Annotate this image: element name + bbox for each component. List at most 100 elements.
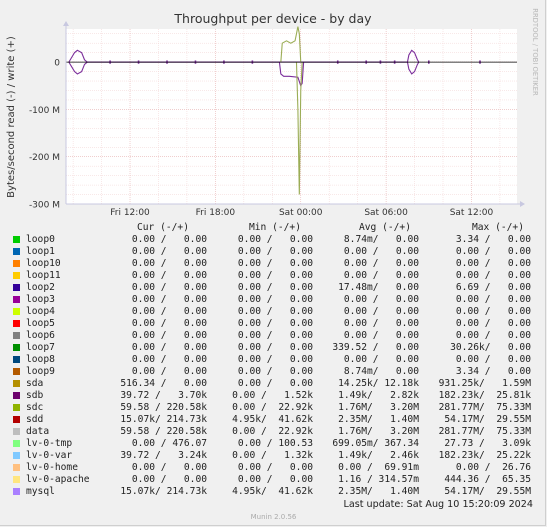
legend-avg: 699.05m/ 367.34 xyxy=(332,438,419,449)
legend-row-sdc: sdc 59.58 / 220.58k 0.00 / 22.92k 1.76M/ 3.… xyxy=(0,402,547,414)
legend-label: loop3 xyxy=(26,294,55,305)
y-tick-label: 0 xyxy=(54,59,60,69)
legend-avg: 339.52 / 0.00 xyxy=(332,342,419,353)
legend-cur: 0.00 / 0.00 xyxy=(131,306,207,317)
legend-cur: 516.34 / 0.00 xyxy=(120,378,207,389)
legend-label: lv-0-tmp xyxy=(26,438,73,449)
legend-swatch xyxy=(13,344,20,351)
legend-label: loop10 xyxy=(26,258,61,269)
legend-cur: 59.58 / 220.58k xyxy=(120,402,207,413)
legend-row-sda: sda 516.34 / 0.00 0.00 / 0.00 14.25k/ 12.18… xyxy=(0,378,547,390)
legend-max: 0.00 / 0.00 xyxy=(455,246,531,257)
legend-min: 0.00 / 0.00 xyxy=(237,246,313,257)
legend-cur: 0.00 / 0.00 xyxy=(131,330,207,341)
x-axis-arrow xyxy=(520,201,525,207)
legend-label: loop1 xyxy=(26,246,55,257)
legend-max: 0.00 / 0.00 xyxy=(455,306,531,317)
legend-swatch xyxy=(13,284,20,291)
legend-max: 281.77M/ 75.33M xyxy=(438,426,531,437)
legend-header-cur: Cur (-/+) xyxy=(137,222,189,233)
legend-row-sdb: sdb 39.72 / 3.70k 0.00 / 1.52k 1.49k/ 2.82k… xyxy=(0,390,547,402)
legend-swatch xyxy=(13,464,20,471)
chart: Throughput per device - by day Bytes/sec… xyxy=(6,8,539,218)
legend-avg: 0.00 / 0.00 xyxy=(343,270,419,281)
legend-row-loop5: loop5 0.00 / 0.00 0.00 / 0.00 0.00 / 0.00 0.… xyxy=(0,318,547,330)
legend-swatch xyxy=(13,428,20,435)
legend-cur: 0.00 / 0.00 xyxy=(131,462,207,473)
legend-max: 6.69 / 0.00 xyxy=(455,282,531,293)
legend-row-loop0: loop0 0.00 / 0.00 0.00 / 0.00 8.74m/ 0.00 3.… xyxy=(0,234,547,246)
legend-cur: 0.00 / 0.00 xyxy=(131,318,207,329)
x-tick-label: Sat 00:00 xyxy=(279,208,323,218)
legend-min: 0.00 / 0.00 xyxy=(237,366,313,377)
legend-avg: 1.49k/ 2.46k xyxy=(338,450,419,461)
x-tick-label: Fri 12:00 xyxy=(110,208,150,218)
legend-min: 0.00 / 1.32k xyxy=(232,450,313,461)
legend-swatch xyxy=(13,368,20,375)
legend-swatch xyxy=(13,404,20,411)
legend-swatch xyxy=(13,452,20,459)
legend-max: 0.00 / 0.00 xyxy=(455,294,531,305)
legend-swatch xyxy=(13,416,20,423)
legend-swatch xyxy=(13,356,20,363)
legend-cur: 0.00 / 0.00 xyxy=(131,234,207,245)
legend-cur: 15.07k/ 214.73k xyxy=(120,414,207,425)
legend-avg: 8.74m/ 0.00 xyxy=(343,234,419,245)
legend-avg: 2.35M/ 1.40M xyxy=(338,486,419,497)
legend-row-lv-0-var: lv-0-var 39.72 / 3.24k 0.00 / 1.32k 1.49k/ … xyxy=(0,450,547,462)
x-tick-label: Sat 12:00 xyxy=(450,208,494,218)
legend-avg: 2.35M/ 1.40M xyxy=(338,414,419,425)
legend-min: 0.00 / 0.00 xyxy=(237,270,313,281)
legend-max: 3.34 / 0.00 xyxy=(455,234,531,245)
footer: Munin 2.0.56 xyxy=(250,513,297,521)
legend-label: sda xyxy=(26,378,44,389)
legend-cur: 15.07k/ 214.73k xyxy=(120,486,207,497)
legend-row-mysql: mysql 15.07k/ 214.73k 4.95k/ 41.62k 2.35M/ … xyxy=(0,486,547,498)
legend-avg: 1.76M/ 3.20M xyxy=(338,402,419,413)
legend-row-loop9: loop9 0.00 / 0.00 0.00 / 0.00 8.74m/ 0.00 3.… xyxy=(0,366,547,378)
legend-max: 0.00 / 26.76 xyxy=(455,462,531,473)
y-tick-label: -200 M xyxy=(29,153,60,163)
legend-max: 444.36 / 65.35 xyxy=(444,474,531,485)
legend-cur: 59.58 / 220.58k xyxy=(120,426,207,437)
rrdtool-watermark: RRDTOOL / TOBI OETIKER xyxy=(531,8,539,96)
legend-row-loop4: loop4 0.00 / 0.00 0.00 / 0.00 0.00 / 0.00 0.… xyxy=(0,306,547,318)
legend-label: data xyxy=(26,426,50,437)
legend-cur: 0.00 / 0.00 xyxy=(131,258,207,269)
legend-avg: 0.00 / 69.91m xyxy=(338,462,419,473)
legend-avg: 1.76M/ 3.20M xyxy=(338,426,419,437)
legend-max: 3.34 / 0.00 xyxy=(455,366,531,377)
legend-label: lv-0-var xyxy=(26,450,73,461)
legend-cur: 0.00 / 0.00 xyxy=(131,474,207,485)
legend-swatch xyxy=(13,392,20,399)
legend-row-loop1: loop1 0.00 / 0.00 0.00 / 0.00 0.00 / 0.00 0.… xyxy=(0,246,547,258)
legend-row-sdd: sdd 15.07k/ 214.73k 4.95k/ 41.62k 2.35M/ 1.… xyxy=(0,414,547,426)
legend-avg: 0.00 / 0.00 xyxy=(343,258,419,269)
legend-row-lv-0-tmp: lv-0-tmp 0.00 / 476.07 0.00 / 100.53 699.05… xyxy=(0,438,547,450)
legend-swatch xyxy=(13,248,20,255)
legend-row-data: data 59.58 / 220.58k 0.00 / 22.92k 1.76M/ 3… xyxy=(0,426,547,438)
last-update: Last update: Sat Aug 10 15:20:09 2024 xyxy=(343,499,534,510)
legend-avg: 1.16 / 314.57m xyxy=(338,474,419,485)
legend-avg: 14.25k/ 12.18k xyxy=(338,378,419,389)
legend-row-loop7: loop7 0.00 / 0.00 0.00 / 0.00 339.52 / 0.00… xyxy=(0,342,547,354)
legend-cur: 0.00 / 0.00 xyxy=(131,354,207,365)
legend-cur: 0.00 / 476.07 xyxy=(131,438,207,449)
legend-row-lv-0-home: lv-0-home 0.00 / 0.00 0.00 / 0.00 0.00 / 69… xyxy=(0,462,547,474)
y-axis-label: Bytes/second read (-) / write (+) xyxy=(6,36,17,198)
legend-swatch xyxy=(13,272,20,279)
legend-cur: 39.72 / 3.70k xyxy=(120,390,207,401)
legend-cur: 0.00 / 0.00 xyxy=(131,366,207,377)
legend-avg: 17.48m/ 0.00 xyxy=(338,282,419,293)
legend-label: lv-0-apache xyxy=(26,474,90,485)
legend-max: 182.23k/ 25.22k xyxy=(438,450,531,461)
legend-label: mysql xyxy=(26,486,55,497)
legend-avg: 0.00 / 0.00 xyxy=(343,318,419,329)
legend-min: 0.00 / 22.92k xyxy=(232,426,313,437)
legend-label: loop7 xyxy=(26,342,55,353)
legend-avg: 0.00 / 0.00 xyxy=(343,354,419,365)
legend-swatch xyxy=(13,488,20,495)
legend-max: 0.00 / 0.00 xyxy=(455,270,531,281)
legend-max: 931.25k/ 1.59M xyxy=(438,378,531,389)
legend-min: 4.95k/ 41.62k xyxy=(232,414,313,425)
